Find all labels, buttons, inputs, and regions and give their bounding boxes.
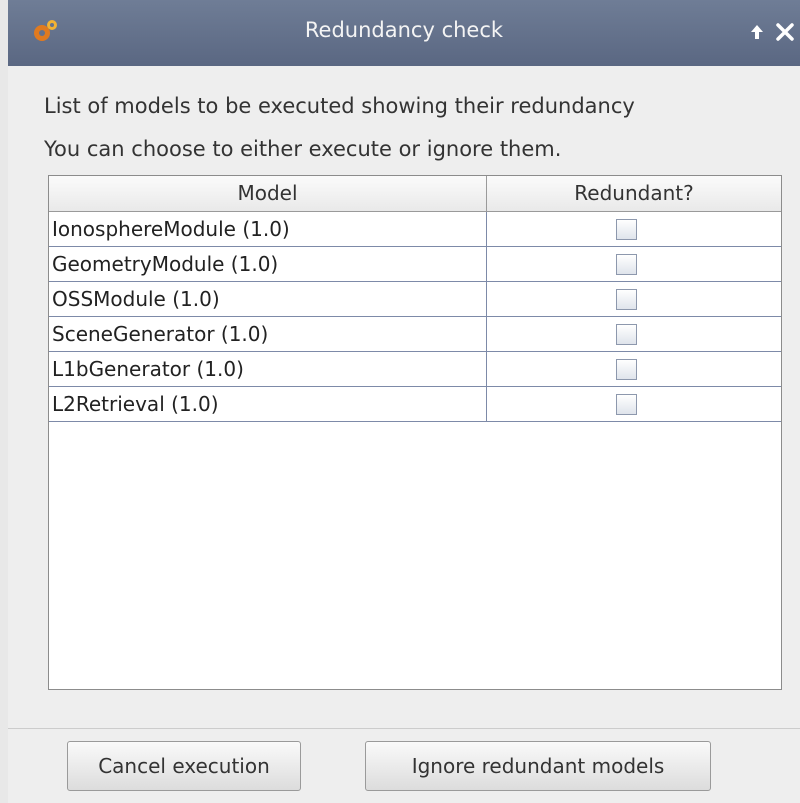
redundant-cell [487, 282, 781, 316]
model-cell: IonosphereModule (1.0) [49, 212, 487, 246]
table-header: Model Redundant? [49, 176, 781, 212]
arrow-up-icon[interactable] [746, 20, 768, 44]
message-line-2: You can choose to either execute or igno… [44, 137, 562, 161]
table-row[interactable]: OSSModule (1.0) [49, 282, 781, 317]
message-line-1: List of models to be executed showing th… [44, 94, 635, 118]
model-cell: GeometryModule (1.0) [49, 247, 487, 281]
cancel-execution-button[interactable]: Cancel execution [67, 741, 301, 791]
table-row[interactable]: GeometryModule (1.0) [49, 247, 781, 282]
redundant-checkbox[interactable] [616, 324, 637, 345]
column-header-redundant[interactable]: Redundant? [487, 176, 781, 211]
window-title: Redundancy check [304, 18, 504, 42]
table-row[interactable]: L2Retrieval (1.0) [49, 387, 781, 422]
redundant-checkbox[interactable] [616, 394, 637, 415]
redundant-checkbox[interactable] [616, 219, 637, 240]
model-cell: OSSModule (1.0) [49, 282, 487, 316]
redundant-checkbox[interactable] [616, 359, 637, 380]
model-cell: L2Retrieval (1.0) [49, 387, 487, 421]
redundant-cell [487, 387, 781, 421]
redundant-cell [487, 317, 781, 351]
model-cell: L1bGenerator (1.0) [49, 352, 487, 386]
button-bar: Cancel execution Ignore redundant models [8, 728, 800, 803]
title-bar[interactable]: Redundancy check [8, 0, 800, 66]
ignore-redundant-models-button[interactable]: Ignore redundant models [365, 741, 711, 791]
models-table: Model Redundant? IonosphereModule (1.0) … [48, 175, 782, 690]
table-row[interactable]: IonosphereModule (1.0) [49, 212, 781, 247]
redundant-cell [487, 352, 781, 386]
close-icon[interactable] [773, 20, 797, 44]
table-row[interactable]: L1bGenerator (1.0) [49, 352, 781, 387]
redundant-cell [487, 212, 781, 246]
redundancy-dialog: Redundancy check List of models to be ex… [8, 0, 800, 803]
redundant-checkbox[interactable] [616, 289, 637, 310]
redundant-cell [487, 247, 781, 281]
column-header-model[interactable]: Model [49, 176, 487, 211]
table-row[interactable]: SceneGenerator (1.0) [49, 317, 781, 352]
redundant-checkbox[interactable] [616, 254, 637, 275]
model-cell: SceneGenerator (1.0) [49, 317, 487, 351]
